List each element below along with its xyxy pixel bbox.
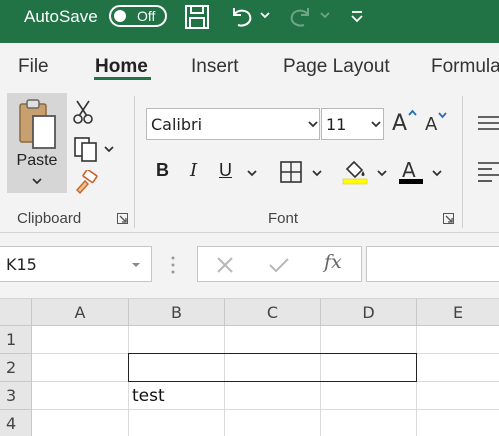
row-header-1[interactable]: 1 (0, 326, 32, 354)
tab-insert[interactable]: Insert (191, 56, 239, 78)
cut-icon[interactable] (72, 99, 94, 125)
underline-dropdown-icon[interactable] (246, 169, 258, 178)
column-header-a[interactable]: A (32, 299, 129, 326)
name-box-value: K15 (6, 255, 37, 274)
grow-font-letter: A (392, 111, 407, 134)
grow-font-icon[interactable]: A (391, 108, 419, 134)
cell-e3[interactable] (417, 382, 499, 410)
clipboard-launcher-icon[interactable] (117, 213, 128, 224)
ribbon: Paste Clipboard Calibri 11 A A B I U A F… (0, 90, 499, 233)
cell-d4[interactable] (321, 410, 417, 436)
row-header-4[interactable]: 4 (0, 410, 32, 436)
cell-a4[interactable] (32, 410, 129, 436)
borders-dropdown-icon[interactable] (311, 169, 323, 178)
row-header-2[interactable]: 2 (0, 354, 32, 382)
cell-c4[interactable] (225, 410, 321, 436)
font-group-label: Font (268, 210, 299, 227)
cell-b4[interactable] (129, 410, 225, 436)
cell-d1[interactable] (321, 326, 417, 354)
shrink-font-icon[interactable]: A (424, 110, 450, 134)
cell-b3[interactable]: test (129, 382, 225, 410)
redo-icon[interactable] (286, 4, 314, 30)
fill-color-dropdown-icon[interactable] (376, 169, 388, 178)
clipboard-group-label: Clipboard (17, 210, 82, 227)
copy-icon[interactable] (72, 135, 100, 163)
column-header-e[interactable]: E (417, 299, 499, 326)
column-header-d[interactable]: D (321, 299, 417, 326)
insert-function-icon[interactable]: fx (324, 251, 342, 273)
select-all-corner[interactable] (0, 299, 32, 326)
underline-button[interactable]: U (219, 160, 232, 181)
name-box-dropdown-icon[interactable] (131, 261, 141, 269)
ribbon-tabs: File Home Insert Page Layout Formulas (0, 43, 499, 90)
customize-qat-icon[interactable] (350, 10, 364, 24)
borders-icon[interactable] (279, 160, 303, 184)
toggle-knob (114, 10, 126, 22)
copy-dropdown-icon[interactable] (103, 145, 115, 154)
undo-dropdown-icon[interactable] (259, 10, 271, 20)
cancel-icon[interactable] (216, 256, 234, 274)
save-icon[interactable] (184, 4, 210, 30)
autosave-label: AutoSave (24, 7, 98, 26)
name-box[interactable]: K15 (0, 246, 152, 282)
tab-home[interactable]: Home (95, 56, 148, 78)
column-header-c[interactable]: C (225, 299, 321, 326)
font-color-dropdown-icon[interactable] (431, 169, 443, 178)
enter-check-icon[interactable] (268, 256, 290, 274)
undo-icon[interactable] (228, 4, 256, 30)
group-separator (462, 96, 463, 228)
font-name-value: Calibri (151, 115, 203, 134)
tab-file[interactable]: File (18, 56, 49, 78)
title-bar: AutoSave Off (0, 0, 499, 43)
redo-dropdown-icon[interactable] (319, 10, 331, 20)
paste-icon (19, 99, 56, 149)
shrink-font-letter: A (425, 114, 438, 134)
cell-c1[interactable] (225, 326, 321, 354)
paste-button[interactable]: Paste (7, 93, 67, 193)
worksheet-grid: A B C D E 1 2 3 4 test (0, 299, 499, 436)
italic-button[interactable]: I (190, 160, 197, 181)
font-size-box[interactable]: 11 (321, 108, 384, 140)
paste-label: Paste (16, 152, 58, 169)
formula-input[interactable] (366, 246, 499, 282)
cell-d3[interactable] (321, 382, 417, 410)
autosave-state: Off (137, 8, 156, 24)
cell-c3[interactable] (225, 382, 321, 410)
font-launcher-icon[interactable] (443, 213, 454, 224)
cell-a1[interactable] (32, 326, 129, 354)
active-tab-indicator (94, 77, 151, 80)
font-size-value: 11 (326, 115, 347, 134)
font-name-dropdown-icon[interactable] (307, 120, 319, 129)
autosave-toggle[interactable]: Off (109, 5, 167, 27)
formula-buttons: fx (197, 246, 362, 282)
cell-a3[interactable] (32, 382, 129, 410)
cell-e1[interactable] (417, 326, 499, 354)
font-name-box[interactable]: Calibri (146, 108, 320, 140)
align-top-icon[interactable] (478, 114, 499, 132)
font-color-letter: A (402, 158, 416, 182)
paste-dropdown-icon[interactable] (31, 177, 43, 186)
column-header-b[interactable]: B (129, 299, 225, 326)
selected-range-outline (128, 353, 417, 382)
cell-a2[interactable] (32, 354, 129, 382)
font-size-dropdown-icon[interactable] (370, 120, 382, 129)
format-painter-icon[interactable] (72, 170, 98, 196)
cell-b1[interactable] (129, 326, 225, 354)
tab-page-layout[interactable]: Page Layout (283, 56, 390, 78)
cell-e2[interactable] (417, 354, 499, 382)
formula-bar: K15 fx (0, 233, 499, 299)
tab-formulas[interactable]: Formulas (431, 56, 499, 78)
formula-bar-resize-handle[interactable] (171, 255, 175, 275)
group-separator (134, 96, 135, 228)
align-left-icon[interactable] (478, 160, 499, 182)
font-color-icon[interactable]: A (397, 158, 425, 186)
bold-button[interactable]: B (156, 160, 169, 181)
fill-color-icon[interactable] (341, 158, 371, 186)
row-header-3[interactable]: 3 (0, 382, 32, 410)
cell-e4[interactable] (417, 410, 499, 436)
